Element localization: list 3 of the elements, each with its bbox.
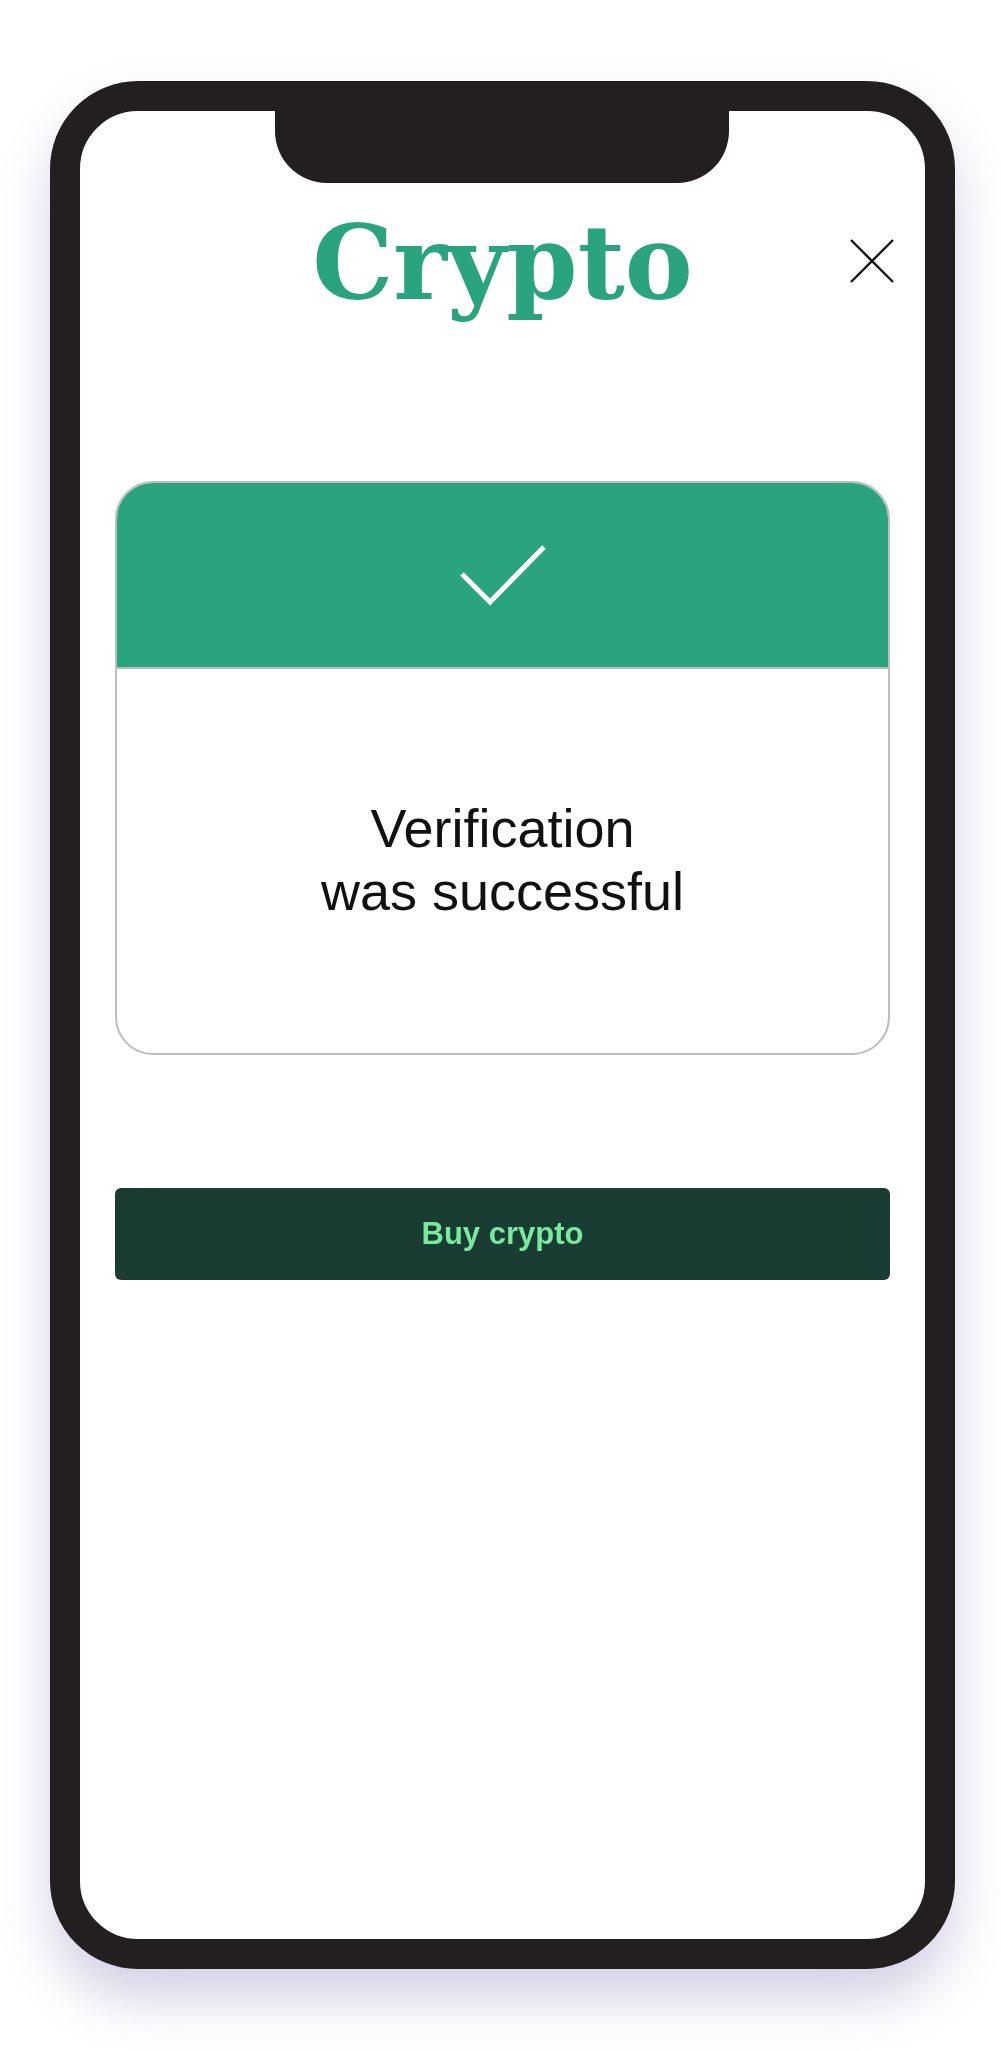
app-title: Crypto (312, 202, 693, 325)
buy-button[interactable]: Buy crypto (115, 1188, 890, 1280)
status-message: Verification was successful (320, 797, 685, 923)
